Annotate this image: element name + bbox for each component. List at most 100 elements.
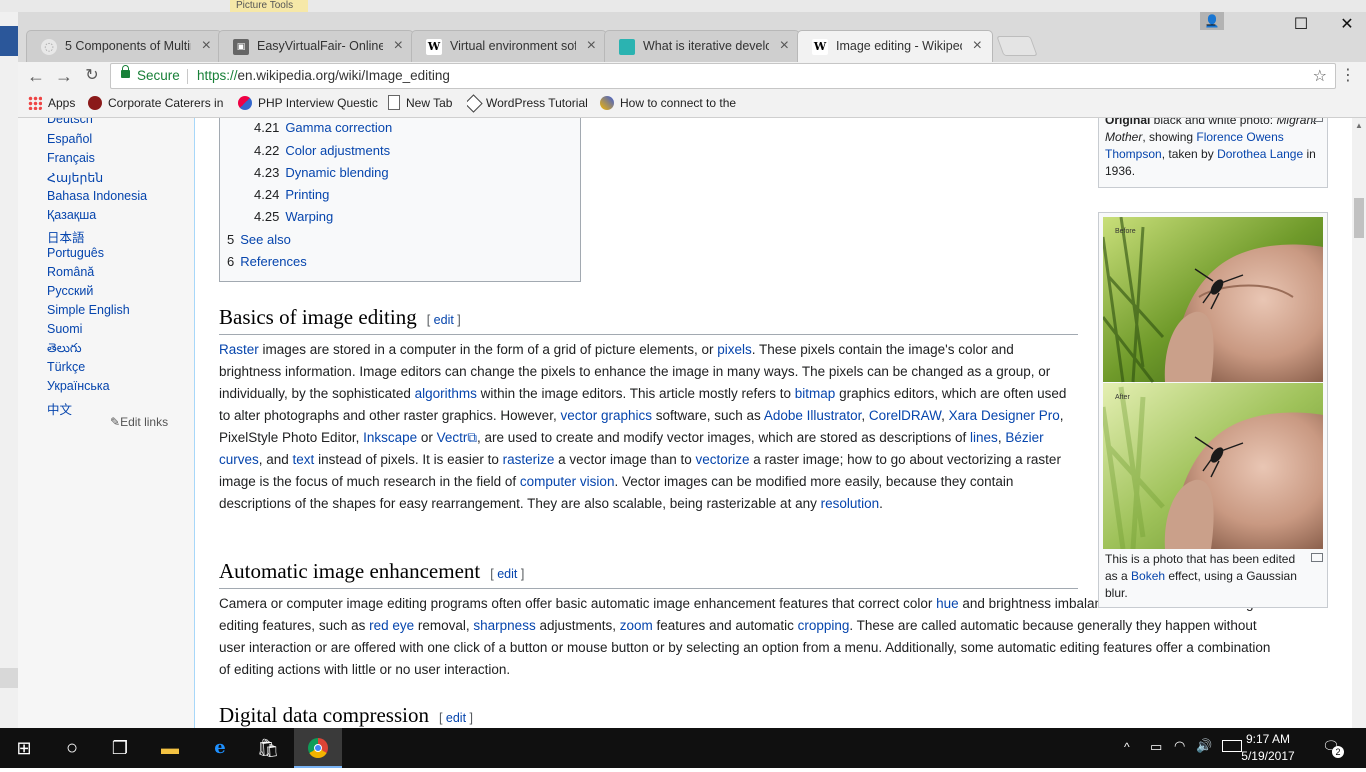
inline-link[interactable]: pixels [717, 342, 752, 357]
toc-item[interactable]: 4.21 Gamma correction [254, 120, 392, 135]
inline-link[interactable]: vectorize [696, 452, 750, 467]
search-circle-icon[interactable]: ○ [48, 728, 96, 768]
language-link[interactable]: 中文 [47, 399, 72, 418]
toc-item[interactable]: 4.23 Dynamic blending [254, 165, 389, 180]
maximize-icon[interactable]: ☐ [1278, 12, 1324, 38]
new-tab-button[interactable] [996, 36, 1038, 56]
close-tab-icon[interactable]: × [973, 31, 982, 61]
inline-link[interactable]: Raster [219, 342, 259, 357]
url-text[interactable]: https://en.wikipedia.org/wiki/Image_edit… [197, 68, 450, 83]
language-link[interactable]: Simple English [47, 303, 130, 317]
battery-icon[interactable]: ▭ [1150, 739, 1162, 755]
back-arrow-icon[interactable]: ← [24, 64, 48, 88]
language-link[interactable]: తెలుగు [47, 341, 82, 359]
language-link[interactable]: Қазақша [47, 208, 96, 222]
inline-link[interactable]: vector graphics [560, 408, 652, 423]
edit-links[interactable]: ✎Edit links [110, 415, 168, 429]
edit-section-link[interactable]: [ edit ] [427, 313, 461, 327]
tab-easyvirtualfair[interactable]: ▣ EasyVirtualFair- Online jc × [218, 30, 414, 62]
store-icon[interactable]: 🛍 [244, 728, 292, 768]
action-center-icon[interactable]: 🗨 2 [1322, 738, 1344, 758]
bookmark-corporate-caterers[interactable]: Corporate Caterers in [88, 90, 224, 117]
page-scrollbar[interactable]: ▲ [1352, 118, 1366, 728]
inline-link[interactable]: computer vision [520, 474, 615, 489]
close-window-icon[interactable]: ✕ [1324, 12, 1366, 38]
language-link[interactable]: Français [47, 151, 95, 165]
windows-start-icon[interactable]: ⊞ [0, 728, 48, 768]
inline-link[interactable]: Dorothea Lange [1217, 147, 1303, 161]
inline-link[interactable]: lines [970, 430, 998, 445]
language-link[interactable]: Português [47, 246, 104, 260]
language-link[interactable]: Bahasa Indonesia [47, 189, 147, 203]
bookmark-star-icon[interactable]: ☆ [1313, 66, 1327, 86]
bookmark-new-tab[interactable]: New Tab [388, 90, 452, 117]
inline-link[interactable]: Adobe Illustrator [764, 408, 862, 423]
inline-link[interactable]: Vectr [437, 430, 468, 445]
language-link[interactable]: Русский [47, 284, 93, 298]
thumbnail-bokeh-edit: Before After This is a photo that has be… [1098, 212, 1328, 608]
toc-item[interactable]: 4.25 Warping [254, 209, 333, 224]
inline-link[interactable]: resolution [821, 496, 880, 511]
volume-icon[interactable]: 🔊 [1196, 738, 1212, 754]
bookmark-how-to-connect[interactable]: How to connect to the [600, 90, 740, 117]
language-link[interactable]: Suomi [47, 322, 82, 336]
language-link[interactable]: 日本語 [47, 227, 85, 246]
tab-iterative-development[interactable]: What is iterative develop × [604, 30, 800, 62]
bookmark-apps[interactable]: Apps [28, 90, 75, 117]
inline-link[interactable]: cropping [798, 618, 850, 633]
edge-browser-icon[interactable]: e [196, 728, 244, 768]
toc-item[interactable]: 6 References [227, 254, 307, 269]
language-link[interactable]: Türkçe [47, 360, 85, 374]
address-bar[interactable]: Secure https://en.wikipedia.org/wiki/Ima… [110, 63, 1336, 89]
close-tab-icon[interactable]: × [394, 31, 403, 61]
edit-section-link[interactable]: [ edit ] [490, 567, 524, 581]
inline-link[interactable]: Inkscape [363, 430, 417, 445]
language-link[interactable]: Українська [47, 379, 110, 393]
enlarge-icon[interactable] [1311, 553, 1323, 562]
bookmark-wordpress-tutorial[interactable]: WordPress Tutorial [467, 90, 588, 117]
language-link[interactable]: Հայերեն [47, 170, 103, 185]
edit-section-link[interactable]: [ edit ] [439, 711, 473, 725]
tab-image-editing[interactable]: W Image editing - Wikipedi × [797, 30, 993, 62]
browser-menu-icon[interactable]: ⋮ [1336, 64, 1360, 88]
tab-virtual-environment[interactable]: W Virtual environment softw × [411, 30, 607, 62]
teal-square-icon [619, 39, 635, 55]
tab-components-multimedia[interactable]: ◌ 5 Components of Multim × [26, 30, 222, 62]
inline-link[interactable]: ⧉ [467, 430, 477, 445]
inline-link[interactable]: text [293, 452, 315, 467]
file-explorer-icon[interactable]: ▬ [146, 728, 194, 768]
language-link[interactable]: Deutsch [47, 118, 93, 126]
inline-link[interactable]: red eye [369, 618, 414, 633]
task-view-icon[interactable]: ❐ [96, 728, 144, 768]
toc-item[interactable]: 5 See also [227, 232, 291, 247]
before-after-photo[interactable]: Before After [1103, 217, 1323, 549]
language-link[interactable]: Español [47, 132, 92, 146]
inline-link[interactable]: hue [936, 596, 959, 611]
close-tab-icon[interactable]: × [202, 31, 211, 61]
scrollbar-thumb[interactable] [1354, 198, 1364, 238]
inline-link[interactable]: CorelDRAW [869, 408, 941, 423]
inline-link[interactable]: bitmap [795, 386, 836, 401]
toc-item[interactable]: 4.24 Printing [254, 187, 329, 202]
toc-item[interactable]: 4.22 Color adjustments [254, 143, 390, 158]
tray-chevron-up-icon[interactable]: ^ [1124, 740, 1130, 754]
close-tab-icon[interactable]: × [780, 31, 789, 61]
inline-link[interactable]: sharpness [473, 618, 535, 633]
inline-link[interactable]: algorithms [415, 386, 477, 401]
forward-arrow-icon[interactable]: → [52, 64, 76, 88]
inline-link[interactable]: Bokeh [1131, 569, 1165, 583]
wifi-icon[interactable]: ◠ [1174, 738, 1185, 754]
reload-icon[interactable]: ↻ [80, 64, 104, 88]
bookmark-php-interview[interactable]: PHP Interview Questic [238, 90, 378, 117]
enlarge-icon[interactable] [1311, 118, 1323, 122]
inline-link[interactable]: zoom [620, 618, 653, 633]
minimize-icon[interactable]: – [1188, 12, 1234, 38]
inline-link[interactable]: rasterize [503, 452, 555, 467]
close-tab-icon[interactable]: × [587, 31, 596, 61]
inline-link[interactable]: Xara Designer Pro [949, 408, 1060, 423]
language-link[interactable]: Română [47, 265, 94, 279]
system-clock[interactable]: 9:17 AM 5/19/2017 [1226, 731, 1310, 765]
chrome-taskbar-icon[interactable] [294, 728, 342, 768]
security-label: Secure [137, 68, 180, 83]
scroll-up-arrow-icon[interactable]: ▲ [1352, 118, 1366, 134]
